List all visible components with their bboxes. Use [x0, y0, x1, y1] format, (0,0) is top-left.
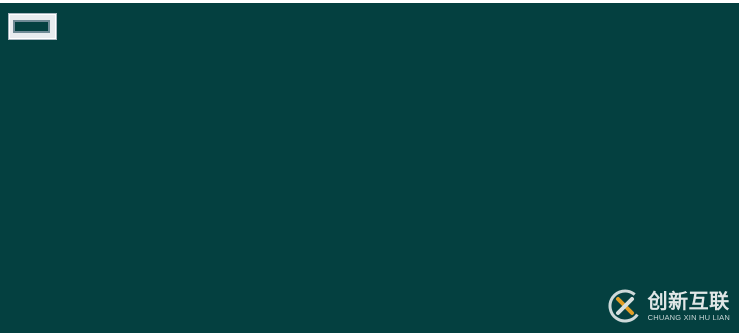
small-box-inner	[13, 20, 50, 33]
watermark-name-en: CHUANG XIN HU LIAN	[647, 312, 730, 322]
canvas-area: 创新互联 CHUANG XIN HU LIAN	[0, 3, 739, 333]
watermark-name-cn: 创新互联	[647, 288, 730, 313]
small-box-control[interactable]	[8, 13, 57, 40]
cx-circle-logo-icon	[608, 289, 642, 323]
watermark: 创新互联 CHUANG XIN HU LIAN	[608, 289, 730, 323]
watermark-text: 创新互联 CHUANG XIN HU LIAN	[648, 291, 730, 322]
